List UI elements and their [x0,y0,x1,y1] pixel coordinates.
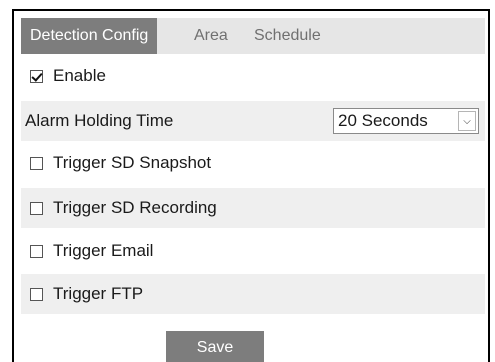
save-button[interactable]: Save [166,331,264,362]
tab-detection-config[interactable]: Detection Config [21,18,158,54]
trigger-sd-snapshot-label: Trigger SD Snapshot [53,153,212,172]
trigger-sd-recording-row: Trigger SD Recording [21,188,485,228]
tab-schedule[interactable]: Schedule [254,18,321,54]
alarm-holding-time-select[interactable]: 20 Seconds ⌵ [333,108,479,134]
trigger-ftp-row: Trigger FTP [21,274,485,314]
enable-checkbox[interactable] [30,69,43,83]
trigger-email-label: Trigger Email [53,241,154,260]
enable-label: Enable [53,66,106,85]
trigger-sd-recording-label: Trigger SD Recording [53,198,217,217]
enable-row: Enable [21,56,485,96]
trigger-email-checkbox[interactable] [30,244,43,258]
trigger-sd-recording-checkbox[interactable] [30,201,43,215]
trigger-email-row: Trigger Email [21,231,485,271]
alarm-holding-time-label: Alarm Holding Time [25,111,174,130]
trigger-sd-snapshot-row: Trigger SD Snapshot [21,143,485,183]
alarm-holding-time-row: Alarm Holding Time 20 Seconds ⌵ [21,101,485,141]
tab-bar: Detection Config Area Schedule [21,18,485,54]
tab-area[interactable]: Area [194,18,228,54]
detection-settings-panel: Detection Config Area Schedule Enable Al… [12,9,490,362]
alarm-holding-time-value: 20 Seconds [338,111,428,130]
trigger-ftp-checkbox[interactable] [30,287,43,301]
chevron-down-icon[interactable]: ⌵ [458,111,476,131]
trigger-ftp-label: Trigger FTP [53,284,144,303]
trigger-sd-snapshot-checkbox[interactable] [30,156,43,170]
